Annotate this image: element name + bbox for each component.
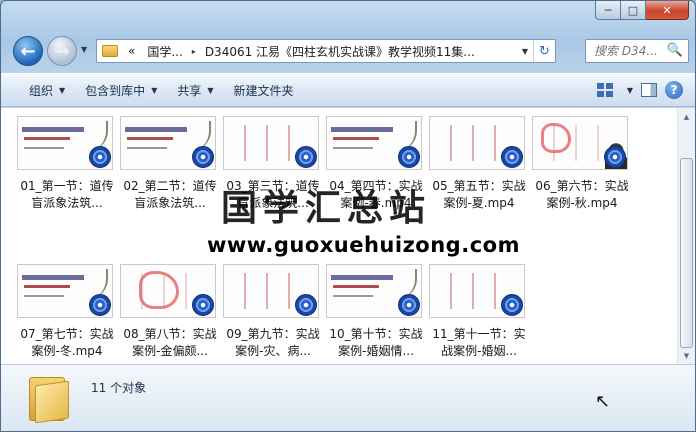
file-item[interactable]: 08_第八节：实战案例-金偏颇... <box>120 264 220 374</box>
search-box[interactable]: 🔍 <box>585 39 689 63</box>
new-folder-button[interactable]: 新建文件夹 <box>224 77 304 103</box>
chevron-down-icon: ▼ <box>207 85 214 95</box>
refresh-button[interactable]: ↻ <box>533 40 555 62</box>
address-dropdown[interactable]: ▼ <box>517 47 533 56</box>
chevron-down-icon: ▼ <box>151 85 158 95</box>
item-count: 11 个对象 <box>91 381 147 395</box>
file-item[interactable]: 01_第一节：道传盲派象法筑... <box>17 116 117 226</box>
folder-icon <box>102 45 118 57</box>
media-player-icon <box>604 146 626 168</box>
vertical-scrollbar[interactable]: ▲ ▼ <box>677 108 695 364</box>
command-bar: 组织 ▼ 包含到库中 ▼ 共享 ▼ 新建文件夹 ▼ ? <box>1 73 695 107</box>
media-player-icon <box>89 146 111 168</box>
file-item[interactable]: 06_第六节：实战案例-秋.mp4 <box>532 116 632 226</box>
file-name: 09_第九节：实战案例-灾、病... <box>226 327 320 358</box>
media-player-icon <box>192 146 214 168</box>
file-item[interactable]: 09_第九节：实战案例-灾、病... <box>223 264 323 374</box>
help-icon[interactable]: ? <box>665 81 683 99</box>
search-icon[interactable]: 🔍 <box>667 43 683 58</box>
media-player-icon <box>398 146 420 168</box>
preview-pane-icon[interactable] <box>641 83 657 97</box>
file-name: 11_第十一节：实战案例-婚姻... <box>432 327 526 358</box>
file-name: 01_第一节：道传盲派象法筑... <box>20 179 114 210</box>
details-pane: 11 个对象 <box>1 364 695 431</box>
address-bar[interactable]: « 国学... ▸ D34061 江易《四柱玄机实战课》教学视频11集... ▼… <box>96 39 556 63</box>
file-name: 10_第十节：实战案例-婚姻情... <box>329 327 423 358</box>
breadcrumb-segment[interactable]: D34061 江易《四柱玄机实战课》教学视频11集... <box>199 43 481 60</box>
scroll-down-button[interactable]: ▼ <box>678 347 695 364</box>
chevron-down-icon[interactable]: ▼ <box>627 86 633 95</box>
media-player-icon <box>295 146 317 168</box>
file-item[interactable]: 02_第二节：道传盲派象法筑... <box>120 116 220 226</box>
explorer-window: ─ □ ✕ ← → ▼ « 国学... ▸ D34061 江易《四柱玄机实战课》… <box>0 0 696 432</box>
forward-button[interactable]: → <box>47 36 77 66</box>
minimize-button[interactable]: ─ <box>595 1 621 20</box>
maximize-button[interactable]: □ <box>621 1 646 20</box>
back-button[interactable]: ← <box>13 36 43 66</box>
chevron-down-icon: ▼ <box>59 85 66 95</box>
media-player-icon <box>192 294 214 316</box>
scroll-thumb[interactable] <box>680 158 693 348</box>
mouse-cursor-icon: ↖ <box>595 391 611 412</box>
file-name: 06_第六节：实战案例-秋.mp4 <box>535 179 629 210</box>
search-input[interactable] <box>594 44 664 58</box>
file-name: 07_第七节：实战案例-冬.mp4 <box>20 327 114 358</box>
breadcrumb-segment[interactable]: 国学... <box>141 43 188 60</box>
watermark-url: www.guoxuehuizong.com <box>207 233 520 257</box>
watermark-text: 国学汇总站 <box>221 187 432 229</box>
navigation-bar: ← → ▼ « 国学... ▸ D34061 江易《四柱玄机实战课》教学视频11… <box>1 31 695 69</box>
scroll-up-button[interactable]: ▲ <box>678 108 695 125</box>
close-button[interactable]: ✕ <box>646 1 689 20</box>
media-player-icon <box>89 294 111 316</box>
media-player-icon <box>501 294 523 316</box>
media-player-icon <box>501 146 523 168</box>
caption-buttons: ─ □ ✕ <box>595 1 689 20</box>
toolbar-right: ▼ ? <box>596 81 695 99</box>
file-name: 02_第二节：道传盲派象法筑... <box>123 179 217 210</box>
file-item[interactable]: 10_第十节：实战案例-婚姻情... <box>326 264 426 374</box>
breadcrumb-separator[interactable]: ▸ <box>189 47 199 56</box>
folder-icon <box>29 373 71 424</box>
address-overflow[interactable]: « <box>122 44 141 58</box>
media-player-icon <box>398 294 420 316</box>
file-item[interactable]: 11_第十一节：实战案例-婚姻... <box>429 264 529 374</box>
file-item[interactable]: 05_第五节：实战案例-夏.mp4 <box>429 116 529 226</box>
media-player-icon <box>295 294 317 316</box>
change-view-icon[interactable] <box>596 83 613 97</box>
share-menu[interactable]: 共享 ▼ <box>167 77 223 103</box>
file-item[interactable]: 07_第七节：实战案例-冬.mp4 <box>17 264 117 374</box>
file-name: 08_第八节：实战案例-金偏颇... <box>123 327 217 358</box>
organize-menu[interactable]: 组织 ▼ <box>19 77 75 103</box>
include-in-library-menu[interactable]: 包含到库中 ▼ <box>75 77 167 103</box>
recent-pages-dropdown[interactable]: ▼ <box>81 45 87 54</box>
file-name: 05_第五节：实战案例-夏.mp4 <box>432 179 526 210</box>
